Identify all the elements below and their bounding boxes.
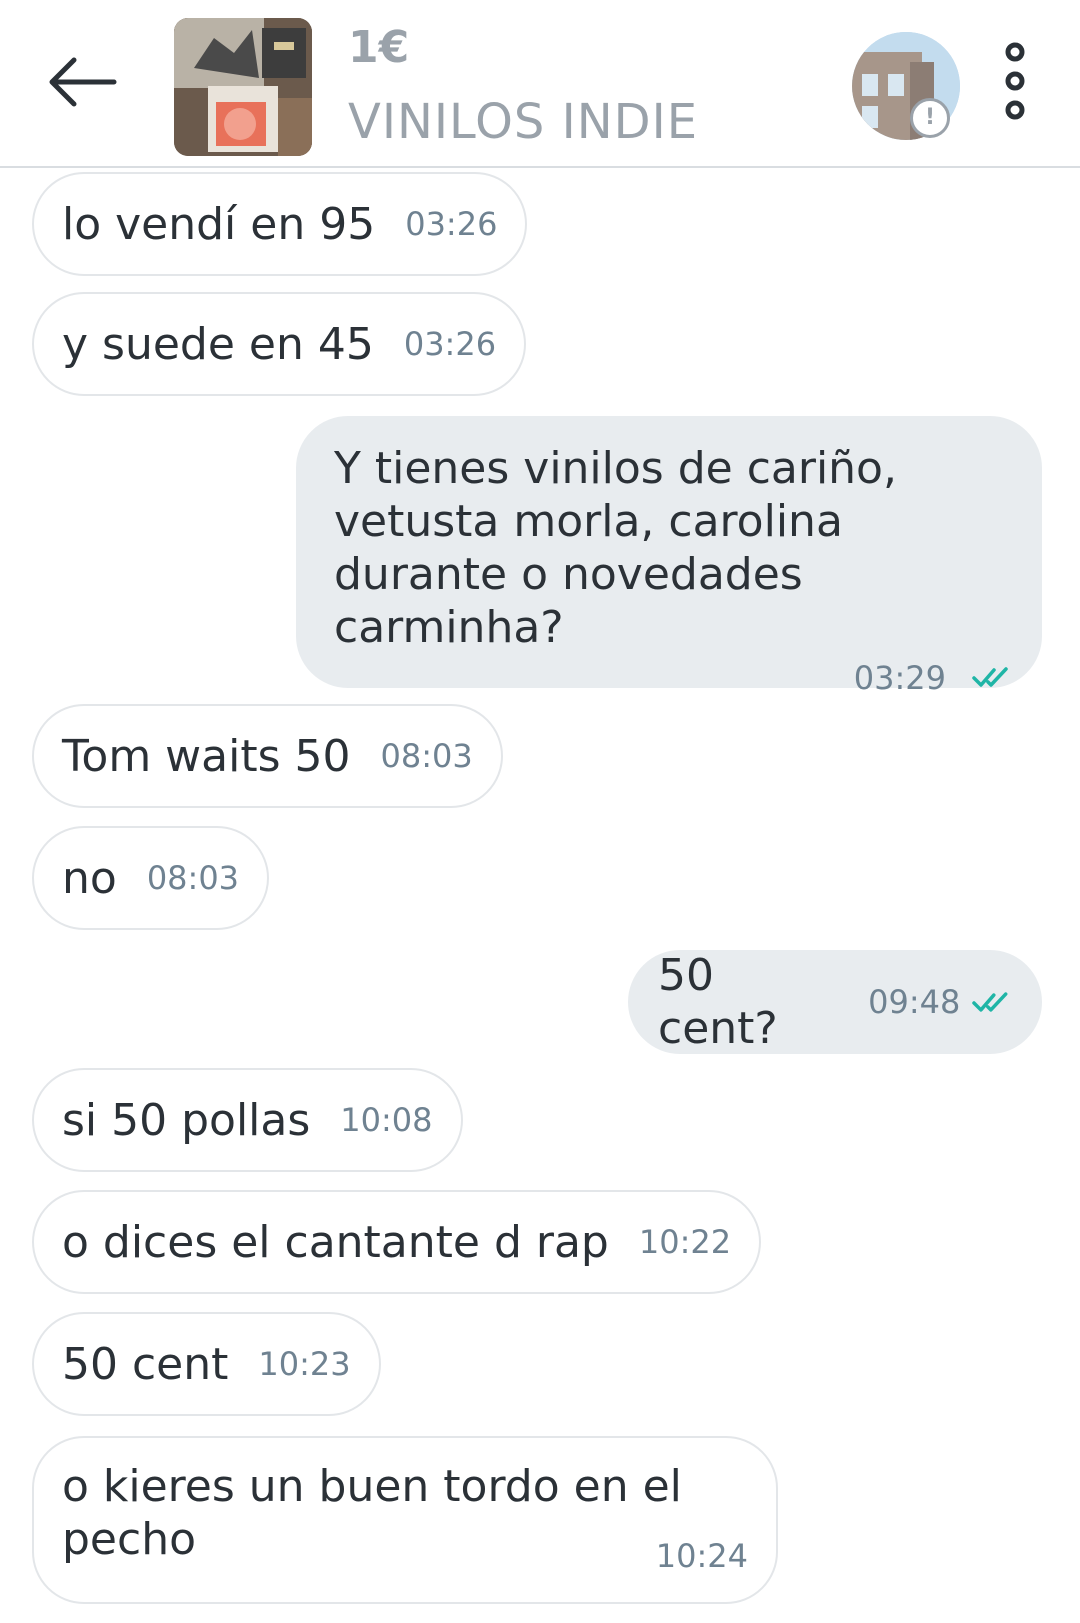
message-incoming: y suede en 45 03:26	[32, 292, 527, 396]
message-incoming: Tom waits 50 08:03	[32, 704, 503, 808]
message-time: 08:03	[380, 736, 473, 775]
message-text: si 50 pollas	[62, 1094, 311, 1146]
message-time: 10:23	[258, 1344, 351, 1383]
message-outgoing: 50 cent? 09:48	[628, 950, 1042, 1054]
message-incoming: o dices el cantante d rap 10:22	[32, 1190, 762, 1294]
back-button[interactable]	[44, 50, 120, 114]
message-text: Y tienes vinilos de cariño, vetusta morl…	[334, 443, 897, 653]
product-price: 1€	[348, 22, 410, 73]
message-incoming: 50 cent 10:23	[32, 1312, 381, 1416]
message-time: 03:26	[405, 204, 498, 243]
product-photo	[174, 18, 312, 156]
more-options-button[interactable]	[990, 40, 1040, 126]
message-time: 10:24	[655, 1537, 748, 1575]
message-text: Tom waits 50	[62, 730, 351, 782]
arrow-left-icon	[49, 57, 117, 107]
message-text: y suede en 45	[62, 318, 374, 370]
message-incoming: lo vendí en 95 03:26	[32, 172, 528, 276]
message-incoming: o kieres un buen tordo en el pecho 10:24	[32, 1436, 778, 1604]
message-incoming: si 50 pollas 10:08	[32, 1068, 463, 1172]
message-time: 03:26	[403, 324, 497, 363]
chat-header: 1€ VINILOS INDIE !	[0, 0, 1080, 168]
exclamation-circle-icon: !	[910, 98, 950, 138]
product-title: VINILOS INDIE	[348, 94, 699, 150]
double-check-icon	[972, 992, 1008, 1012]
message-time: 08:03	[146, 858, 240, 897]
message-time: 10:22	[638, 1222, 732, 1261]
message-text: no	[62, 852, 117, 904]
more-vertical-icon	[1005, 42, 1025, 120]
message-time: 03:29	[853, 659, 946, 697]
message-text: o dices el cantante d rap	[62, 1216, 609, 1268]
message-text: lo vendí en 95	[62, 198, 376, 250]
message-outgoing: Y tienes vinilos de cariño, vetusta morl…	[296, 416, 1042, 697]
message-time: 09:48	[868, 982, 961, 1021]
message-text: 50 cent	[62, 1338, 229, 1390]
message-text: 50 cent?	[658, 950, 778, 1054]
message-incoming: no 08:03	[32, 826, 270, 930]
product-thumbnail[interactable]	[174, 18, 312, 156]
message-time: 10:08	[340, 1100, 433, 1139]
double-check-icon	[972, 667, 1008, 687]
message-list[interactable]: lo vendí en 95 03:26 y suede en 45 03:26…	[0, 168, 1080, 1623]
